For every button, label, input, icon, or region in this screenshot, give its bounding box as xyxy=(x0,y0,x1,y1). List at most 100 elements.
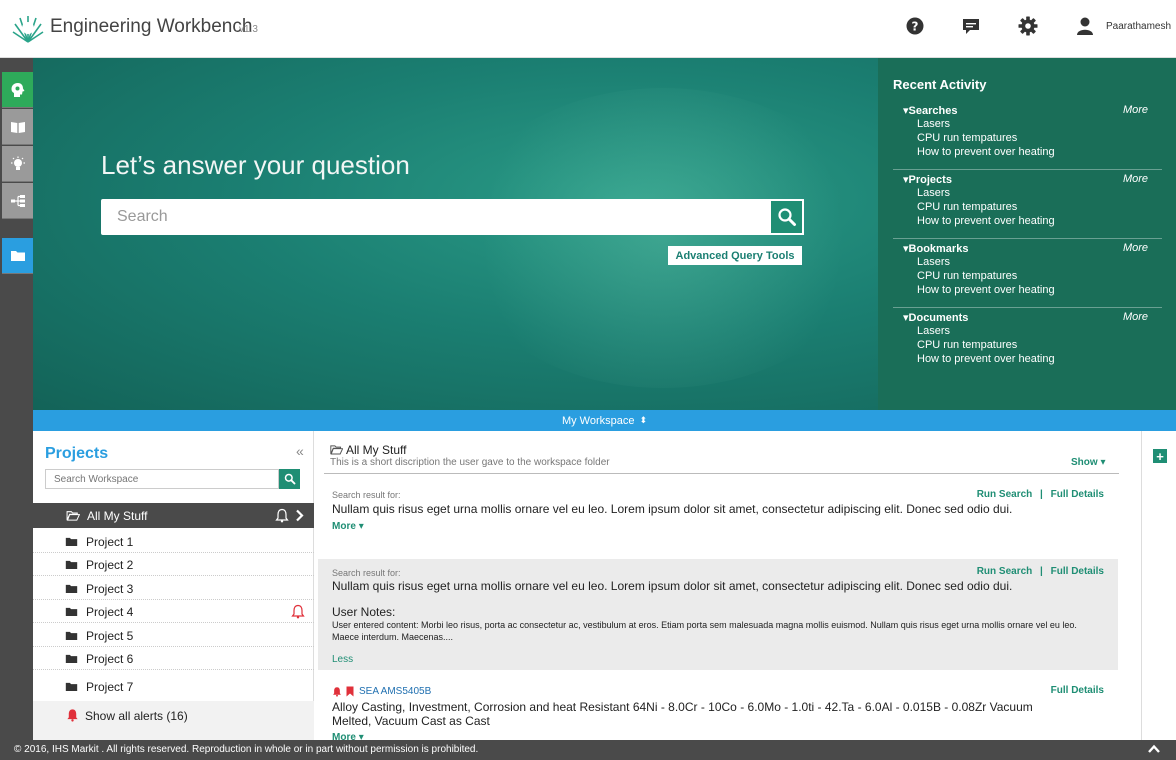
full-details-link[interactable]: Full Details xyxy=(1051,566,1104,577)
search-button[interactable] xyxy=(769,199,804,235)
workspace-search-button[interactable] xyxy=(279,469,300,489)
recent-item[interactable]: Lasers xyxy=(917,118,950,130)
search-icon xyxy=(284,473,295,485)
hierarchy-icon xyxy=(10,194,25,207)
recent-item[interactable]: CPU run tempatures xyxy=(917,201,1017,213)
alert-bell-icon xyxy=(333,687,341,697)
gear-icon[interactable] xyxy=(1018,16,1040,38)
full-details-link[interactable]: Full Details xyxy=(1051,685,1104,696)
recent-item[interactable]: How to prevent over heating xyxy=(917,284,1055,296)
workspace-main-content: All My Stuff This is a short discription… xyxy=(314,431,1141,740)
app-version: v1.3 xyxy=(239,24,258,35)
hero-title: Let’s answer your question xyxy=(101,150,410,180)
run-search-link[interactable]: Run Search xyxy=(977,489,1033,500)
project-item-3[interactable]: Project 3 xyxy=(33,577,314,600)
more-link[interactable]: More xyxy=(1123,104,1148,116)
full-details-link[interactable]: Full Details xyxy=(1051,489,1104,500)
sort-arrows-icon: ⬍ xyxy=(639,415,648,425)
help-icon[interactable]: ? xyxy=(905,16,927,38)
rail-hierarchy-button[interactable] xyxy=(2,183,33,219)
project-label: Project 7 xyxy=(86,680,134,694)
folder-icon xyxy=(65,631,78,640)
app-header: Engineering Workbench v1.3 ? Paarathames… xyxy=(0,0,1176,58)
divider xyxy=(324,473,1119,474)
user-icon[interactable] xyxy=(1075,16,1097,38)
recent-item[interactable]: How to prevent over heating xyxy=(917,353,1055,365)
recent-item[interactable]: CPU run tempatures xyxy=(917,270,1017,282)
document-id-link[interactable]: SEA AMS5405B xyxy=(359,686,431,697)
recent-section-header[interactable]: ▾Bookmarks xyxy=(903,242,968,255)
recent-item[interactable]: CPU run tempatures xyxy=(917,132,1017,144)
folder-title: All My Stuff xyxy=(346,443,407,457)
project-item-1[interactable]: Project 1 xyxy=(33,530,314,553)
username[interactable]: Paarathamesh xyxy=(1106,21,1171,32)
more-toggle[interactable]: More ▾ xyxy=(332,732,364,740)
result-label: Search result for: xyxy=(332,568,401,578)
more-link[interactable]: More xyxy=(1123,242,1148,254)
app-title: Engineering Workbench xyxy=(50,16,253,37)
more-toggle[interactable]: More ▾ xyxy=(332,521,364,532)
result-text: Nullam quis risus eget urna mollis ornar… xyxy=(332,579,1013,593)
more-link[interactable]: More xyxy=(1123,311,1148,323)
chevron-up-icon[interactable] xyxy=(1146,741,1162,757)
add-icon[interactable]: + xyxy=(1153,449,1167,463)
show-all-alerts-label: Show all alerts (16) xyxy=(85,709,188,723)
my-workspace-toggle[interactable]: My Workspace ⬍ xyxy=(33,410,1176,431)
rail-book-button[interactable] xyxy=(2,109,33,145)
advanced-query-tools-button[interactable]: Advanced Query Tools xyxy=(668,246,802,265)
chevron-right-icon[interactable] xyxy=(295,509,304,522)
project-item-5[interactable]: Project 5 xyxy=(33,624,314,647)
folder-icon xyxy=(65,654,78,663)
recent-item[interactable]: Lasers xyxy=(917,325,950,337)
open-folder-icon xyxy=(66,511,80,521)
project-label: Project 2 xyxy=(86,558,134,572)
recent-item[interactable]: How to prevent over heating xyxy=(917,215,1055,227)
rail-folder-button[interactable] xyxy=(2,238,33,274)
result-label: Search result for: xyxy=(332,490,401,500)
rail-idea-button[interactable] xyxy=(2,146,33,182)
workspace-label: My Workspace xyxy=(561,414,635,427)
caret-down-icon: ▾ xyxy=(358,732,364,740)
recent-section-projects: ▾Projects More Lasers CPU run tempatures… xyxy=(893,173,1162,239)
recent-section-header[interactable]: ▾Projects xyxy=(903,173,952,186)
project-label: Project 1 xyxy=(86,535,134,549)
less-toggle[interactable]: Less xyxy=(332,654,353,665)
bell-icon[interactable] xyxy=(275,508,289,523)
brain-icon xyxy=(11,82,24,97)
all-my-stuff-item[interactable]: All My Stuff xyxy=(33,503,314,528)
recent-section-header[interactable]: ▾Searches xyxy=(903,104,957,117)
hero-search-panel: Let’s answer your question Advanced Quer… xyxy=(33,58,878,410)
workspace-search-input[interactable] xyxy=(45,469,279,489)
project-item-4[interactable]: Project 4 xyxy=(33,600,314,623)
project-item-2[interactable]: Project 2 xyxy=(33,553,314,576)
copyright-text: © 2016, IHS Markit . All rights reserved… xyxy=(14,744,479,755)
left-rail xyxy=(0,58,33,740)
search-icon xyxy=(777,208,796,226)
more-link[interactable]: More xyxy=(1123,173,1148,185)
recent-item[interactable]: Lasers xyxy=(917,256,950,268)
caret-down-icon: ▾ xyxy=(358,521,364,532)
recent-item[interactable]: CPU run tempatures xyxy=(917,339,1017,351)
document-title: Alloy Casting, Investment, Corrosion and… xyxy=(332,700,1033,728)
chat-icon[interactable] xyxy=(961,16,983,38)
show-dropdown[interactable]: Show ▾ xyxy=(1071,457,1105,468)
run-search-link[interactable]: Run Search xyxy=(977,566,1033,577)
recent-item[interactable]: How to prevent over heating xyxy=(917,146,1055,158)
show-all-alerts-button[interactable]: Show all alerts (16) xyxy=(33,701,314,740)
folder-icon xyxy=(65,682,78,691)
project-item-6[interactable]: Project 6 xyxy=(33,647,314,670)
caret-down-icon: ▾ xyxy=(1100,457,1106,468)
main-search-input[interactable] xyxy=(101,199,771,235)
alert-bell-icon[interactable] xyxy=(291,604,305,619)
collapse-panel-icon[interactable]: « xyxy=(296,443,304,459)
bookmark-icon xyxy=(346,686,354,697)
recent-section-header[interactable]: ▾Documents xyxy=(903,311,968,324)
user-notes-text: User entered content: Morbi leo risus, p… xyxy=(332,620,1077,642)
separator: | xyxy=(1040,566,1043,577)
folder-icon xyxy=(65,584,78,593)
project-item-7[interactable]: Project 7 xyxy=(33,675,314,698)
recent-item[interactable]: Lasers xyxy=(917,187,950,199)
separator: | xyxy=(1040,489,1043,500)
rail-brain-button[interactable] xyxy=(2,72,33,108)
right-tool-strip: + xyxy=(1141,431,1176,740)
